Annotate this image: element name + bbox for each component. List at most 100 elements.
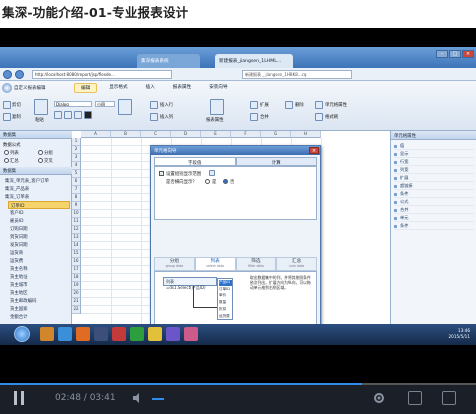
- property-item[interactable]: 扩展: [394, 175, 474, 182]
- tab-field-value[interactable]: 字段值: [154, 157, 236, 166]
- report-props-icon[interactable]: [210, 99, 224, 115]
- property-item[interactable]: 显示: [394, 151, 474, 158]
- row-header[interactable]: 21: [72, 298, 81, 306]
- property-item[interactable]: 单元: [394, 215, 474, 222]
- column-header[interactable]: H: [291, 131, 321, 138]
- app-orb-icon[interactable]: [2, 83, 12, 93]
- tree-item[interactable]: 订单ID: [8, 201, 70, 209]
- tree-item[interactable]: 集深_产品表: [3, 185, 65, 193]
- system-clock[interactable]: 13:46 2015/5/11: [449, 328, 470, 340]
- firefox-icon[interactable]: [76, 327, 90, 341]
- cross-radio[interactable]: [38, 158, 43, 163]
- media-icon[interactable]: [94, 327, 108, 341]
- browser-tab-1[interactable]: 集深报表系统: [137, 54, 200, 68]
- underline-icon[interactable]: [74, 111, 82, 119]
- dropdown-option[interactable]: 单价: [219, 293, 232, 299]
- paste-icon[interactable]: [34, 99, 48, 115]
- row-header[interactable]: 2: [72, 146, 81, 154]
- tree-item[interactable]: 货主邮政编码: [8, 297, 70, 305]
- dropdown-option[interactable]: 运货费: [219, 314, 232, 320]
- tree-item[interactable]: 到货日期: [8, 233, 70, 241]
- sum-radio[interactable]: [4, 158, 9, 163]
- app-icon-5[interactable]: [184, 327, 198, 341]
- volume-icon[interactable]: [132, 392, 144, 404]
- column-header[interactable]: B: [111, 131, 141, 138]
- delete-icon[interactable]: [285, 101, 293, 109]
- app-icon-3[interactable]: [148, 327, 162, 341]
- pause-icon[interactable]: [13, 391, 25, 405]
- ribbon-tab-wizard[interactable]: 安装向导: [203, 83, 233, 93]
- tree-item[interactable]: 货主名称: [8, 265, 70, 273]
- row-header[interactable]: 17: [72, 266, 81, 274]
- font-size-select[interactable]: 小四: [95, 101, 115, 107]
- formula-field[interactable]: 列表 =ds1.Select(产品ID): [163, 277, 217, 290]
- row-header[interactable]: 1: [72, 138, 81, 146]
- tree-item[interactable]: 订购日期: [8, 225, 70, 233]
- ribbon-tab-insert[interactable]: 插入: [140, 83, 161, 93]
- expand-icon[interactable]: [250, 101, 258, 109]
- merge-icon[interactable]: [250, 113, 258, 121]
- row-header[interactable]: 9: [72, 202, 81, 210]
- explorer-icon[interactable]: [40, 327, 54, 341]
- list-radio[interactable]: [4, 150, 9, 155]
- tree-item[interactable]: 货主国家: [8, 305, 70, 313]
- row-header[interactable]: 22: [72, 306, 81, 314]
- row-header[interactable]: 18: [72, 274, 81, 282]
- row-header[interactable]: 8: [72, 194, 81, 202]
- horizontal-no-radio[interactable]: [223, 179, 228, 184]
- tree-item[interactable]: 货主地区: [8, 289, 70, 297]
- row-header[interactable]: 4: [72, 162, 81, 170]
- insert-row-icon[interactable]: [150, 101, 158, 109]
- font-color-icon[interactable]: [84, 111, 92, 119]
- row-header[interactable]: 3: [72, 154, 81, 162]
- column-header[interactable]: F: [231, 131, 261, 138]
- row-header[interactable]: 20: [72, 290, 81, 298]
- row-header[interactable]: 7: [72, 186, 81, 194]
- tree-item[interactable]: 集深_单元表_客户订单: [3, 177, 65, 185]
- property-item[interactable]: 行宽: [394, 159, 474, 166]
- app-icon-4[interactable]: [166, 327, 180, 341]
- tree-item[interactable]: 金额合计: [8, 313, 70, 321]
- column-header[interactable]: G: [261, 131, 291, 138]
- step-tab-group[interactable]: 分组 group data: [154, 257, 195, 271]
- tree-item[interactable]: 货主城市: [8, 281, 70, 289]
- tree-item[interactable]: 货主地址: [8, 273, 70, 281]
- group-range-checkbox[interactable]: ✓: [159, 171, 164, 176]
- cell-props-icon[interactable]: [315, 101, 323, 109]
- ribbon-tab-report[interactable]: 报表属性: [167, 83, 197, 93]
- column-dropdown[interactable]: 产品ID 订单ID 单价 数量 折扣 运货费: [217, 278, 233, 320]
- horizontal-yes-radio[interactable]: [205, 179, 210, 184]
- group-radio[interactable]: [38, 150, 43, 155]
- property-item[interactable]: 超链接: [394, 183, 474, 190]
- property-item[interactable]: 合并: [394, 207, 474, 214]
- range-picker-icon[interactable]: [209, 170, 215, 176]
- row-header[interactable]: 12: [72, 226, 81, 234]
- tab-calculate[interactable]: 计算: [235, 157, 317, 166]
- dropdown-option[interactable]: 订单ID: [219, 287, 232, 293]
- fullscreen-icon[interactable]: [442, 391, 456, 405]
- app-icon-2[interactable]: [130, 327, 144, 341]
- dialog-close-icon[interactable]: ×: [309, 147, 319, 154]
- step-tab-list[interactable]: 列表 select data: [194, 257, 236, 271]
- format-painter-icon[interactable]: [315, 113, 323, 121]
- volume-slider[interactable]: [152, 398, 164, 400]
- ribbon-tab-format[interactable]: 显示格式: [103, 83, 133, 93]
- column-header[interactable]: D: [171, 131, 201, 138]
- property-item[interactable]: 公式: [394, 199, 474, 206]
- tree-item[interactable]: 运货费: [8, 257, 70, 265]
- dropdown-option[interactable]: 数量: [219, 300, 232, 306]
- property-item[interactable]: 值: [394, 143, 474, 150]
- column-header[interactable]: E: [201, 131, 231, 138]
- row-header[interactable]: 16: [72, 258, 81, 266]
- row-header[interactable]: 15: [72, 250, 81, 258]
- forward-icon[interactable]: [15, 70, 24, 79]
- step-tab-filter[interactable]: 筛选 filter data: [235, 257, 277, 271]
- back-icon[interactable]: [3, 70, 12, 79]
- url-input[interactable]: http://localhost:8080/report/jsp/flexde.…: [32, 70, 172, 79]
- font-family-select[interactable]: Dialog: [54, 101, 92, 107]
- tree-item[interactable]: 运货商: [8, 249, 70, 257]
- widescreen-icon[interactable]: [408, 391, 422, 405]
- minimize-button[interactable]: –: [436, 50, 448, 58]
- start-button-icon[interactable]: [14, 326, 30, 342]
- step-tab-sum[interactable]: 汇总 sum data: [276, 257, 317, 271]
